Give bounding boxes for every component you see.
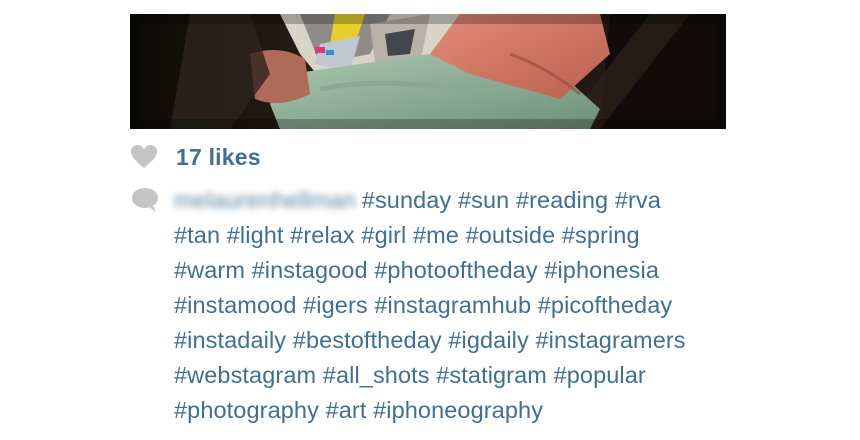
post-detail: 17 likes melaurenhellman #sunday #sun #re… xyxy=(0,0,860,440)
hashtag-line[interactable]: #sunday #sun #reading #rva xyxy=(362,187,661,213)
caption-line: melaurenhellman #sunday #sun #reading #rv… xyxy=(174,183,744,218)
caption-text: melaurenhellman #sunday #sun #reading #rv… xyxy=(174,183,744,428)
likes-count[interactable]: 17 likes xyxy=(176,144,261,171)
hashtag-line[interactable]: #photography #art #iphoneography xyxy=(174,393,744,428)
hashtag-line[interactable]: #instadaily #bestoftheday #igdaily #inst… xyxy=(174,323,744,358)
hashtag-line[interactable]: #webstagram #all_shots #statigram #popul… xyxy=(174,358,744,393)
hashtag-line[interactable]: #instamood #igers #instagramhub #picofth… xyxy=(174,288,744,323)
heart-icon[interactable] xyxy=(130,144,158,170)
photo-image xyxy=(130,14,726,129)
hashtag-line[interactable]: #tan #light #relax #girl #me #outside #s… xyxy=(174,218,744,253)
likes-row: 17 likes xyxy=(130,142,261,172)
post-photo[interactable] xyxy=(130,14,726,129)
hashtag-line[interactable]: #warm #instagood #photooftheday #iphones… xyxy=(174,253,744,288)
username-link[interactable]: melaurenhellman xyxy=(174,187,356,213)
comment-bubble-icon xyxy=(130,187,160,213)
